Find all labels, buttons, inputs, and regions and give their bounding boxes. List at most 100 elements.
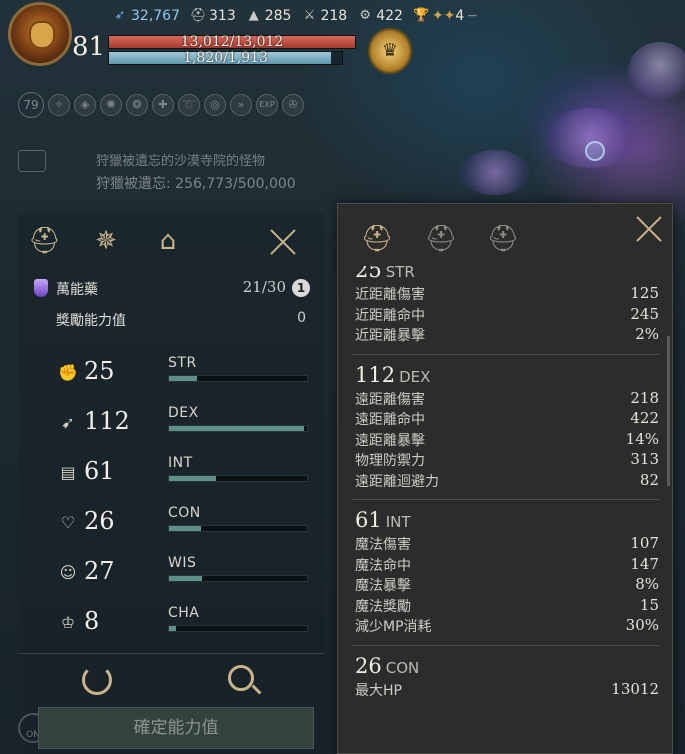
detail-row-label: 近距離命中 [355, 307, 425, 324]
stat-attack-value: 218 [320, 8, 348, 24]
reset-icon[interactable] [82, 665, 112, 695]
stat-rank[interactable]: 🏆 ✦✦ 4 − [413, 8, 478, 24]
detail-group-str: 25 STR 近距離傷害 125 近距離命中 245 近距離暴擊 2% [338, 266, 672, 355]
attr-cha-name: CHA [168, 605, 200, 621]
tab-compass-star-icon[interactable]: ✵ [90, 225, 122, 257]
buff-wing-icon[interactable]: ✧ [48, 94, 70, 116]
quest-progress: 狩獵被遺忘: 256,773/500,000 [96, 176, 296, 192]
detail-group-name: DEX [399, 367, 431, 386]
detail-row-value: 82 [639, 470, 659, 489]
attr-dex-bar [168, 425, 308, 432]
jellyfish-decoration [628, 42, 685, 100]
bonus-stat-value: 0 [297, 310, 306, 326]
detail-tabs: ⛑ ⛑ ⛑ [338, 204, 672, 266]
detail-row: 近距離傷害 125 [338, 284, 672, 305]
attr-wis-value: 27 [84, 557, 115, 585]
stat-power: ➶ 32,767 [112, 8, 180, 24]
magnifier-icon[interactable] [228, 665, 254, 691]
detail-group-value: 26 [355, 653, 382, 678]
detail-row: 減少MP消耗 30% [338, 616, 672, 637]
buff-exp[interactable]: EXP [256, 94, 278, 116]
buff-ring-icon[interactable]: ◎ [204, 94, 226, 116]
buff-level-badge[interactable]: 79 [18, 92, 44, 118]
elixir-info-icon[interactable]: 1 [292, 279, 310, 297]
detail-row-value: 13012 [611, 679, 659, 698]
character-avatar[interactable] [8, 2, 72, 66]
detail-row-value: 15 [639, 595, 659, 614]
stat-defense-value: 313 [209, 8, 236, 24]
mp-text: 1,820/1,913 [183, 50, 268, 66]
coral-decoration [460, 150, 530, 195]
close-icon[interactable] [634, 214, 664, 244]
detail-group-name: INT [385, 513, 411, 531]
detail-row-label: 遠距離暴擊 [355, 432, 425, 449]
buff-flame-icon[interactable]: ❂ [126, 94, 148, 116]
tab-house-icon[interactable]: ⌂ [152, 225, 184, 257]
attr-int-name: INT [168, 455, 193, 471]
detail-row: 魔法暴擊 8% [338, 575, 672, 596]
detail-row: 近距離暴擊 2% [338, 325, 672, 346]
detail-row-value: 2% [635, 325, 659, 343]
close-icon[interactable] [268, 227, 298, 257]
confirm-stats-button[interactable]: 確定能力值 [38, 707, 314, 749]
elixir-row: 萬能藥 21/30 1 [18, 277, 324, 301]
buff-cross-icon[interactable]: ✚ [152, 94, 174, 116]
detail-group-name: STR [385, 266, 415, 281]
attr-dex-name: DEX [168, 405, 199, 421]
buff-wind-icon[interactable]: ➰ [178, 94, 200, 116]
tab-helmet-minus-icon[interactable]: ⛑ [486, 220, 520, 258]
attr-dex[interactable]: ➹ 112 DEX [18, 405, 324, 445]
attr-cha-bar [168, 625, 308, 632]
detail-row-label: 近距離暴擊 [355, 328, 425, 344]
helmet-icon: ⛑ [190, 8, 207, 23]
detail-row-label: 最大HP [355, 682, 402, 699]
detail-row-value: 422 [630, 409, 659, 427]
tab-helmet-icon[interactable]: ⛑ [28, 225, 61, 257]
bubble-decoration [585, 141, 605, 161]
book-icon: ▤ [60, 463, 76, 482]
detail-row-label: 遠距離迴避力 [355, 473, 439, 490]
attr-int[interactable]: ▤ 61 INT [18, 455, 324, 495]
buff-speed-icon[interactable]: » [230, 94, 252, 116]
attr-str[interactable]: ✊ 25 STR [18, 355, 324, 395]
minus-icon: − [466, 8, 479, 24]
detail-group-header: 26 CON [338, 646, 672, 680]
detail-row-value: 30% [625, 616, 659, 634]
stat-accuracy: ⚙ 422 [357, 8, 403, 24]
detail-group-value: 61 [355, 508, 382, 532]
detail-scrollbar[interactable] [667, 336, 670, 486]
hud-stats-row: ➶ 32,767 ⛑ 313 ▲ 285 ⚔ 218 ⚙ 422 🏆 ✦✦ 4 … [112, 8, 488, 24]
detail-row: 魔法命中 147 [338, 555, 672, 576]
angel-icon: ♛ [381, 40, 399, 61]
attr-cha[interactable]: ♔ 8 CHA [18, 605, 324, 645]
attr-str-bar-fill [169, 376, 197, 381]
guild-emblem[interactable]: ♛ [368, 28, 412, 74]
stat-rank-value: 4 [455, 8, 465, 24]
attr-con[interactable]: ♡ 26 CON [18, 505, 324, 545]
head-icon: ☺ [59, 563, 77, 582]
buff-claw-icon[interactable]: ✺ [100, 94, 122, 116]
detail-group-value: 25 [355, 266, 382, 282]
stat-detail-panel: ⛑ ⛑ ⛑ 25 STR 近距離傷害 125 近距離命中 245 近距離暴擊 2% 11… [337, 203, 673, 754]
detail-group-int: 61 INT 魔法傷害 107 魔法命中 147 魔法暴擊 8% 魔法獎勵 15 減少MP… [338, 500, 672, 646]
detail-group-header: 25 STR [338, 266, 672, 284]
buff-potion-icon[interactable]: ✇ [282, 94, 304, 116]
detail-group-dex: 112 DEX 遠距離傷害 218 遠距離命中 422 遠距離暴擊 14% 物理防禦力 3… [338, 355, 672, 500]
attr-str-name: STR [168, 355, 197, 371]
buff-shield-icon[interactable]: ◈ [74, 94, 96, 116]
attr-cha-value: 8 [84, 607, 100, 635]
detail-list: 25 STR 近距離傷害 125 近距離命中 245 近距離暴擊 2% 112 DEX 遠… [338, 266, 672, 700]
detail-row-value: 8% [635, 575, 659, 593]
stat-magic-value: 285 [264, 8, 292, 24]
detail-scroll-area[interactable]: 25 STR 近距離傷害 125 近距離命中 245 近距離暴擊 2% 112 DEX 遠… [338, 266, 672, 753]
mp-bar: 1,820/1,913 [108, 50, 343, 66]
detail-row: 遠距離傷害 218 [338, 389, 672, 410]
feather-icon: ➶ [114, 8, 126, 23]
attr-wis[interactable]: ☺ 27 WIS [18, 555, 324, 595]
tab-helmet-plus-icon[interactable]: ⛑ [424, 220, 458, 258]
detail-row-label: 魔法暴擊 [355, 578, 411, 594]
stats-panel-tabs: ⛑ ✵ ⌂ [18, 213, 324, 269]
detail-row-value: 147 [630, 554, 659, 573]
tab-helmet-gear-icon[interactable]: ⛑ [360, 220, 394, 258]
detail-row: 近距離命中 245 [338, 305, 672, 326]
